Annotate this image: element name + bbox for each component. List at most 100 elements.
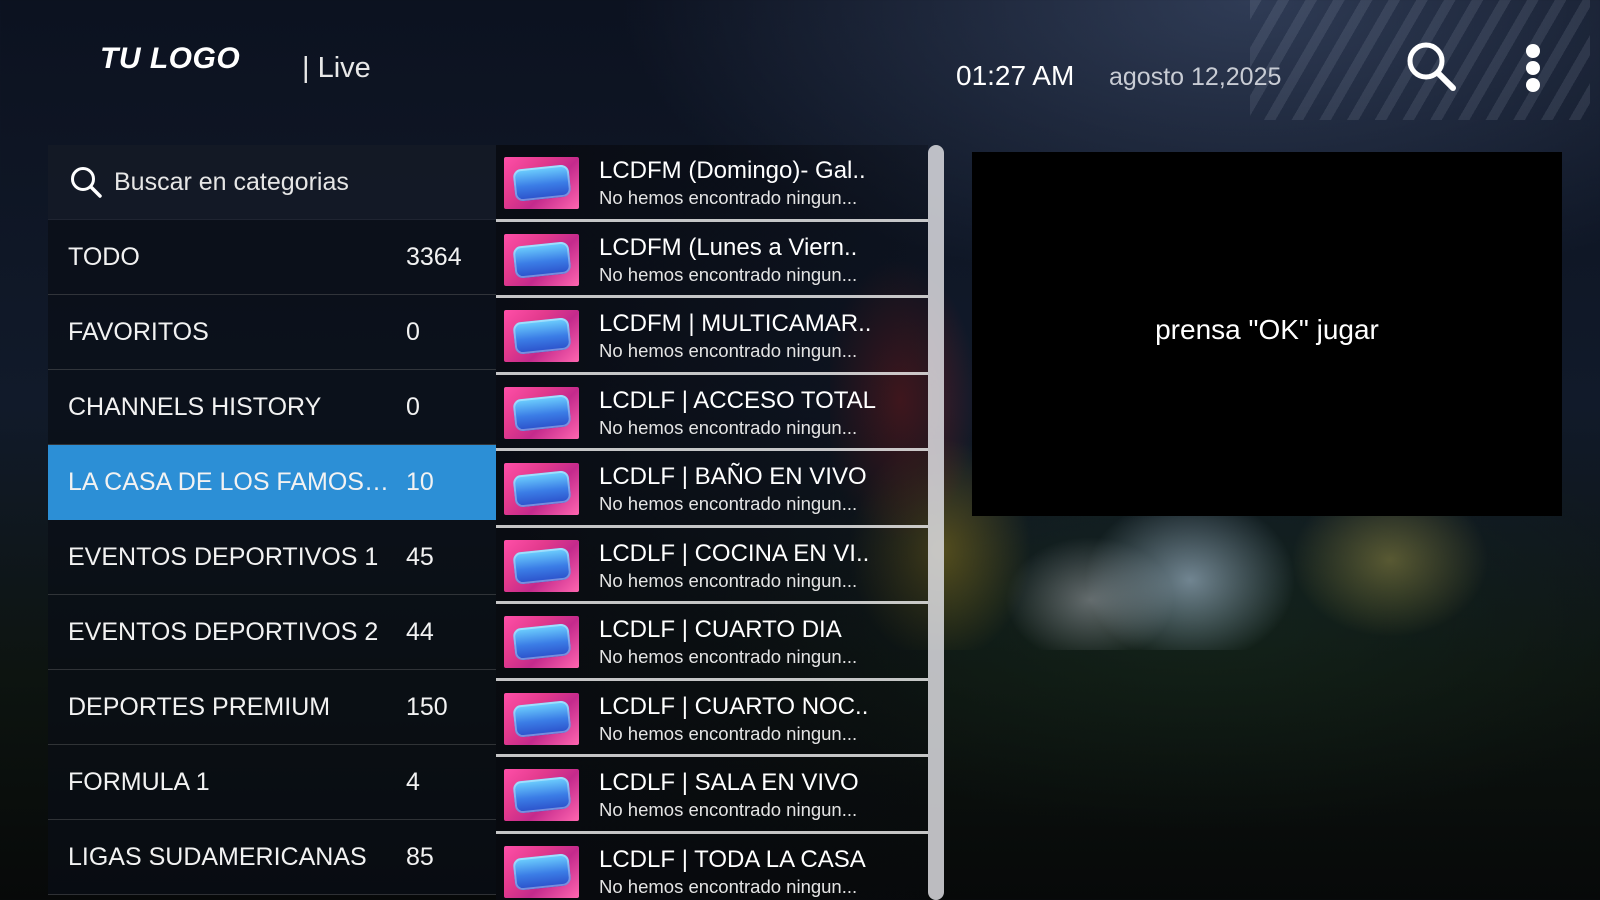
- channel-item[interactable]: LCDLF | ACCESO TOTAL No hemos encontrado …: [496, 374, 928, 451]
- channel-thumbnail: [504, 463, 579, 516]
- channel-epg-status: No hemos encontrado ningun...: [599, 875, 858, 897]
- category-name: EVENTOS DEPORTIVOS 1: [68, 542, 379, 571]
- channel-title: LCDLF | TODA LA CASA: [599, 845, 866, 873]
- category-item[interactable]: LA CASA DE LOS FAMOSOS MEXICO10: [48, 445, 496, 520]
- more-vertical-icon-dot: [1526, 44, 1540, 58]
- channel-text: LCDLF | COCINA EN VI.. No hemos encontrad…: [599, 539, 904, 593]
- channel-item[interactable]: LCDLF | TODA LA CASA No hemos encontrado …: [496, 833, 928, 900]
- channel-logo-graphic: [512, 699, 572, 738]
- channel-thumbnail: [504, 233, 579, 286]
- category-search-input[interactable]: [114, 167, 474, 197]
- channel-item[interactable]: LCDFM | MULTICAMAR.. No hemos encontrado …: [496, 298, 928, 375]
- channel-logo-graphic: [512, 240, 572, 279]
- channel-title: LCDLF | COCINA EN VI..: [599, 539, 870, 567]
- channel-text: LCDFM (Lunes a Viern.. No hemos encontrad…: [599, 233, 904, 287]
- channel-epg-status: No hemos encontrado ningun...: [599, 187, 858, 209]
- channel-item[interactable]: LCDFM (Domingo)- Gal.. No hemos encontrad…: [496, 145, 928, 222]
- category-name: FORMULA 1: [68, 767, 210, 796]
- channel-title: LCDLF | CUARTO NOC..: [599, 692, 869, 720]
- category-count: 85: [406, 842, 434, 871]
- category-count: 44: [406, 617, 434, 646]
- channel-epg-status: No hemos encontrado ningun...: [599, 263, 858, 285]
- channel-thumbnail: [504, 692, 579, 745]
- category-count: 10: [406, 467, 434, 496]
- channel-text: LCDLF | TODA LA CASA No hemos encontrado …: [599, 845, 904, 899]
- channel-text: LCDLF | CUARTO DIA No hemos encontrado ni…: [599, 615, 904, 669]
- section-title: | Live: [302, 52, 371, 84]
- category-name: DEPORTES PREMIUM: [68, 692, 331, 721]
- channel-text: LCDLF | BAÑO EN VIVO No hemos encontrado …: [599, 462, 904, 516]
- category-count: 3364: [406, 242, 462, 271]
- more-vertical-icon-dot: [1526, 61, 1540, 75]
- category-item[interactable]: EVENTOS DEPORTIVOS 2 44: [48, 595, 496, 670]
- app-logo: TU LOGO: [100, 42, 241, 75]
- category-list: TODO 3364 FAVORITOS 0 CHANNELS HISTORY 0 LA CA…: [48, 145, 496, 900]
- channel-epg-status: No hemos encontrado ningun...: [599, 799, 858, 821]
- video-preview[interactable]: prensa "OK" jugar: [972, 152, 1562, 516]
- clock-time: 01:27 AM: [956, 60, 1075, 91]
- search-button[interactable]: [1403, 38, 1459, 94]
- channel-item[interactable]: LCDLF | CUARTO NOC.. No hemos encontrado …: [496, 680, 928, 757]
- category-name: EVENTOS DEPORTIVOS 2: [68, 617, 379, 646]
- channel-title: LCDLF | ACCESO TOTAL: [599, 386, 876, 414]
- channel-logo-graphic: [512, 852, 572, 891]
- category-item[interactable]: DEPORTES PREMIUM 150: [48, 670, 496, 745]
- category-item[interactable]: FORMULA 1 4: [48, 745, 496, 820]
- channel-thumbnail: [504, 539, 579, 592]
- channel-logo-graphic: [512, 393, 572, 432]
- channel-logo-graphic: [512, 164, 572, 203]
- search-icon: [71, 167, 102, 198]
- clock-date: agosto 12,2025: [1109, 63, 1282, 91]
- channel-thumbnail: [504, 845, 579, 898]
- channel-item[interactable]: LCDLF | COCINA EN VI.. No hemos encontrad…: [496, 527, 928, 604]
- channel-thumbnail: [504, 616, 579, 669]
- category-count: 0: [406, 392, 420, 421]
- category-count: 150: [406, 692, 448, 721]
- channel-logo-graphic: [512, 317, 572, 356]
- channel-epg-status: No hemos encontrado ningun...: [599, 722, 858, 744]
- category-name: LIGAS SUDAMERICANAS: [68, 842, 367, 871]
- channel-text: LCDFM | MULTICAMAR.. No hemos encontrado …: [599, 309, 904, 363]
- category-item[interactable]: TODO 3364: [48, 220, 496, 295]
- category-name: LA CASA DE LOS FAMOSOS MEXICO: [68, 467, 406, 496]
- channel-thumbnail: [504, 386, 579, 439]
- more-vertical-icon-dot: [1526, 78, 1540, 92]
- category-item[interactable]: FAVORITOS 0: [48, 295, 496, 370]
- channel-item[interactable]: LCDLF | SALA EN VIVO No hemos encontrado …: [496, 757, 928, 834]
- channel-logo-graphic: [512, 546, 572, 585]
- category-count: 0: [406, 317, 420, 346]
- channel-thumbnail: [504, 310, 579, 363]
- category-item[interactable]: EVENTOS DEPORTIVOS 1 45: [48, 520, 496, 595]
- category-search-bar[interactable]: [48, 145, 496, 220]
- channel-epg-status: No hemos encontrado ningun...: [599, 416, 858, 438]
- channel-title: LCDFM | MULTICAMAR..: [599, 310, 872, 338]
- channel-epg-status: No hemos encontrado ningun...: [599, 493, 858, 515]
- channel-list: LCDFM (Domingo)- Gal.. No hemos encontrad…: [496, 145, 928, 900]
- channel-epg-status: No hemos encontrado ningun...: [599, 646, 858, 668]
- channel-title: LCDLF | SALA EN VIVO: [599, 769, 859, 797]
- category-name: TODO: [68, 242, 140, 271]
- channel-text: LCDLF | ACCESO TOTAL No hemos encontrado …: [599, 386, 904, 440]
- channel-text: LCDFM (Domingo)- Gal.. No hemos encontrad…: [599, 156, 904, 210]
- channel-title: LCDFM (Domingo)- Gal..: [599, 157, 866, 185]
- search-icon: [1407, 42, 1456, 91]
- channel-item[interactable]: LCDFM (Lunes a Viern.. No hemos encontrad…: [496, 221, 928, 298]
- channel-item[interactable]: LCDLF | BAÑO EN VIVO No hemos encontrado …: [496, 451, 928, 528]
- channel-text: LCDLF | SALA EN VIVO No hemos encontrado …: [599, 768, 904, 822]
- channel-text: LCDLF | CUARTO NOC.. No hemos encontrado …: [599, 692, 904, 746]
- category-count: 45: [406, 542, 434, 571]
- channel-list-scrollbar[interactable]: [928, 145, 944, 900]
- channel-item[interactable]: LCDLF | CUARTO DIA No hemos encontrado ni…: [496, 604, 928, 681]
- channel-thumbnail: [504, 769, 579, 822]
- channel-title: LCDLF | BAÑO EN VIVO: [599, 463, 867, 491]
- channel-logo-graphic: [512, 776, 572, 815]
- category-item[interactable]: CHANNELS HISTORY 0: [48, 370, 496, 445]
- channel-epg-status: No hemos encontrado ningun...: [599, 569, 858, 591]
- channel-epg-status: No hemos encontrado ningun...: [599, 340, 858, 362]
- channel-logo-graphic: [512, 623, 572, 662]
- category-count: 4: [406, 767, 420, 796]
- category-item[interactable]: LIGAS SUDAMERICANAS 85: [48, 820, 496, 895]
- more-options-button[interactable]: [1515, 40, 1551, 96]
- category-name: CHANNELS HISTORY: [68, 392, 322, 421]
- channel-title: LCDLF | CUARTO DIA: [599, 616, 842, 644]
